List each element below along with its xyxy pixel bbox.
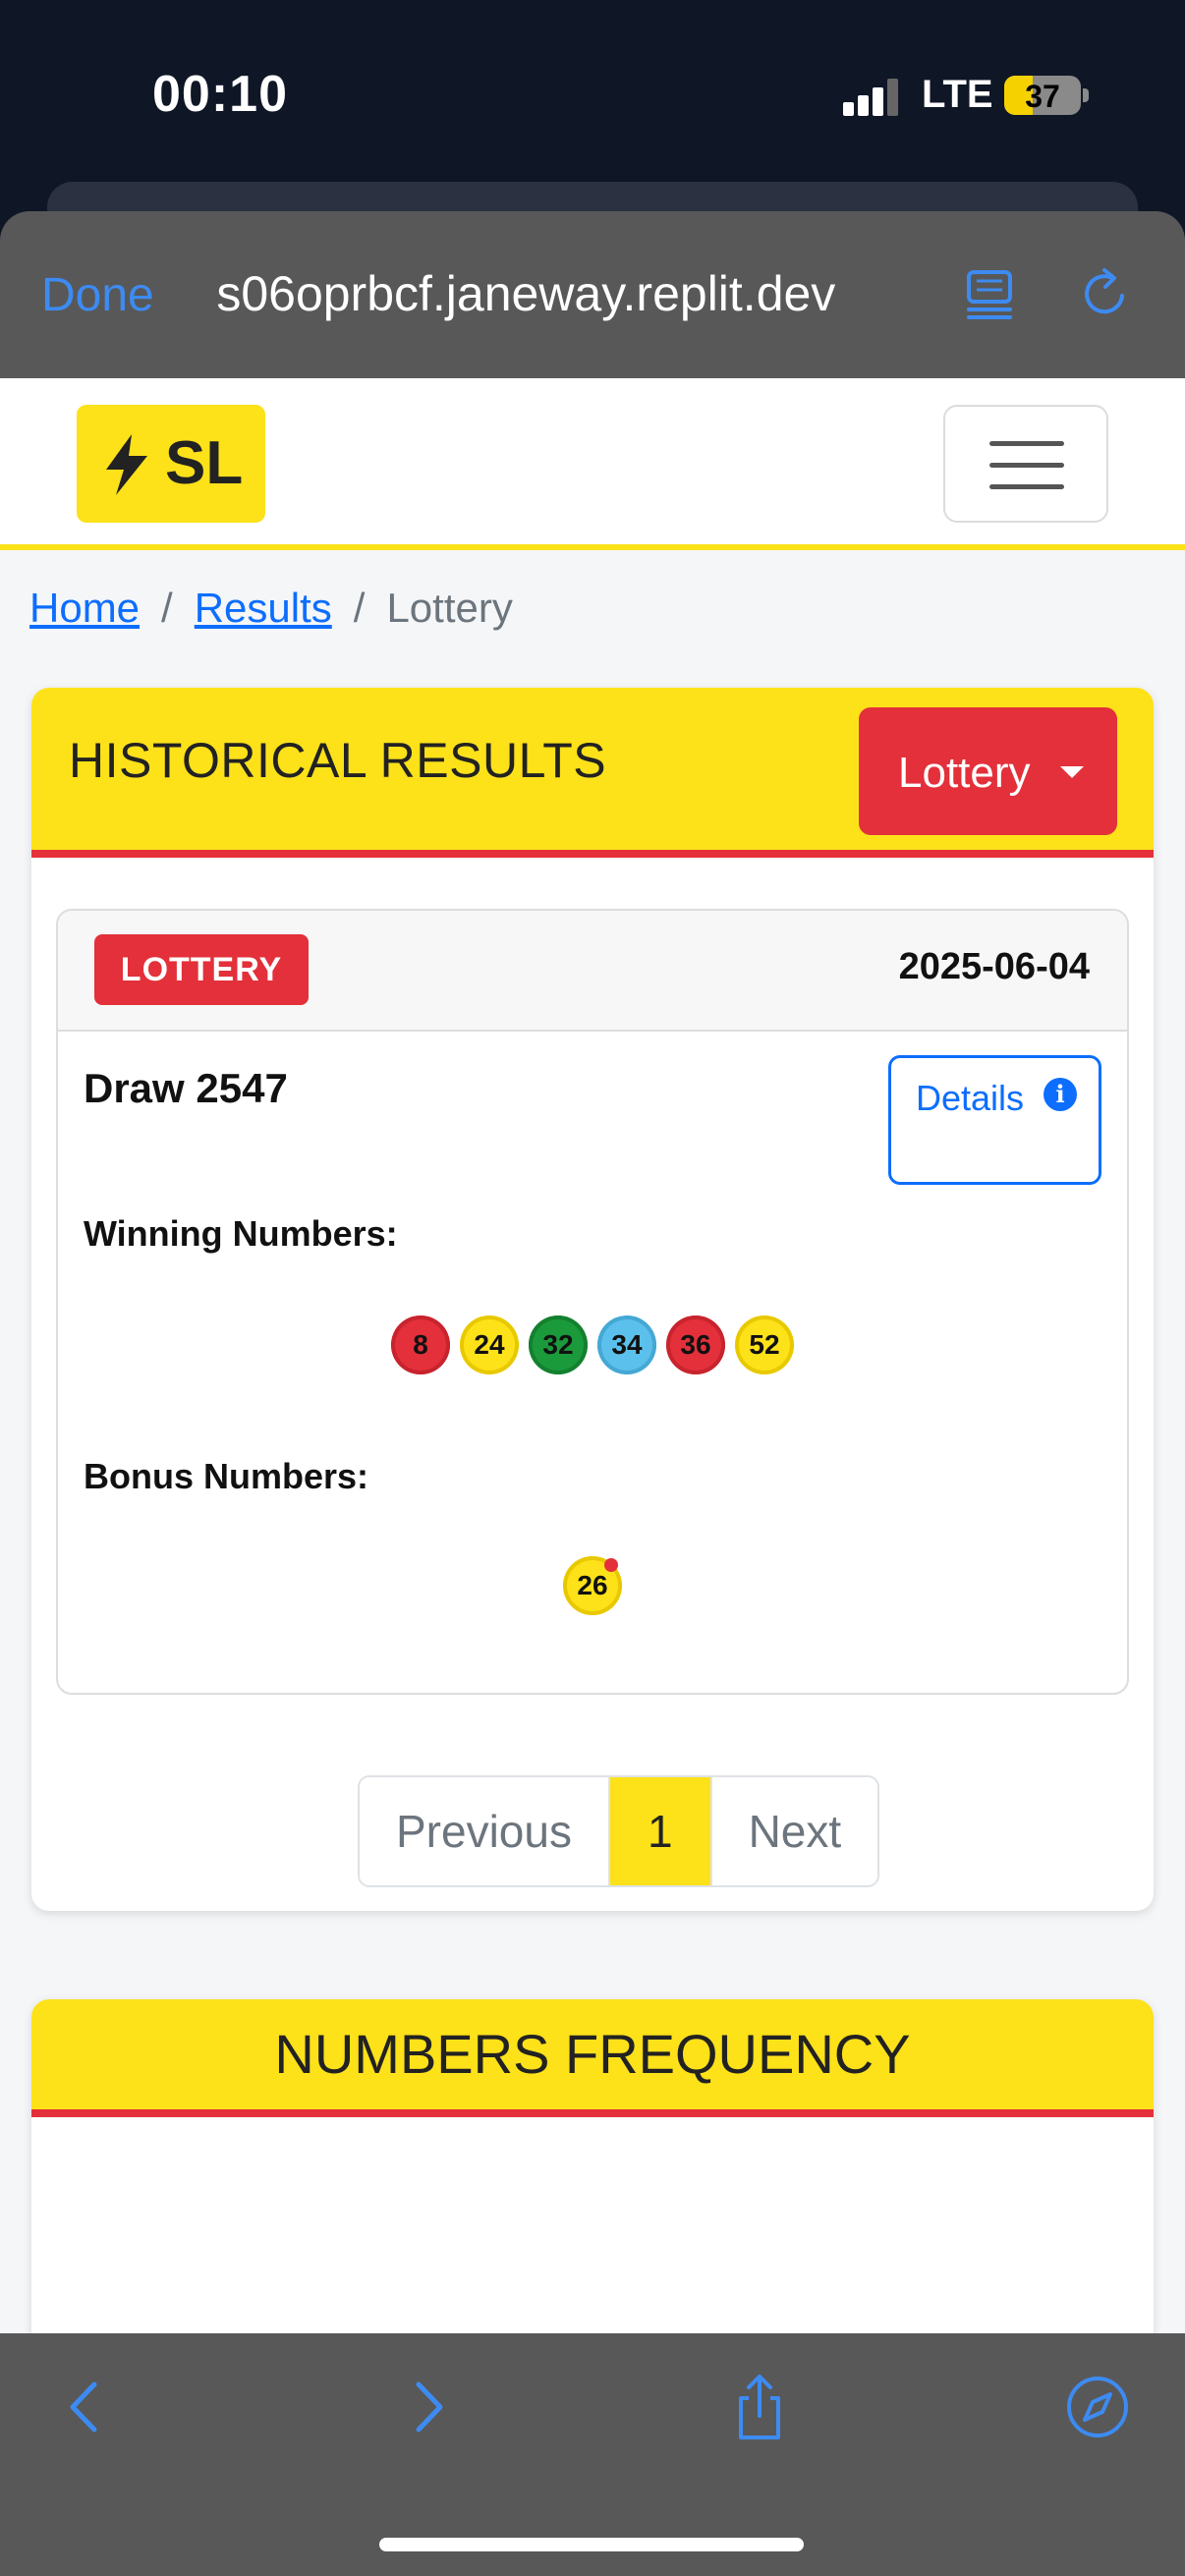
brand-logo[interactable]: SL — [77, 405, 265, 523]
lightning-bolt-icon — [106, 434, 147, 495]
pagination-current-page[interactable]: 1 — [607, 1777, 712, 1885]
forward-icon[interactable] — [393, 2373, 462, 2441]
details-label: Details — [916, 1078, 1025, 1118]
card-title: HISTORICAL RESULTS — [69, 733, 607, 788]
browser-header: Done s06oprbcf.janeway.replit.dev — [0, 211, 1185, 378]
draw-number: Draw 2547 — [84, 1065, 288, 1111]
number-ball: 32 — [529, 1316, 588, 1374]
compass-icon[interactable] — [1063, 2373, 1132, 2441]
breadcrumb: Home / Results / Lottery — [29, 585, 513, 632]
number-ball: 8 — [391, 1316, 450, 1374]
frequency-title: NUMBERS FREQUENCY — [31, 1999, 1154, 2117]
number-ball: 24 — [460, 1316, 519, 1374]
breadcrumb-separator: / — [161, 585, 173, 631]
hamburger-menu-button[interactable] — [943, 405, 1108, 523]
game-dropdown-button[interactable]: Lottery — [859, 707, 1117, 835]
home-indicator — [379, 2538, 804, 2551]
network-type: LTE — [922, 73, 993, 116]
pagination-previous[interactable]: Previous — [360, 1777, 608, 1885]
status-time: 00:10 — [152, 66, 288, 123]
info-icon: i — [1044, 1078, 1077, 1111]
reader-mode-icon[interactable] — [965, 266, 1014, 321]
done-button[interactable]: Done — [41, 268, 154, 322]
caret-down-icon — [1060, 766, 1084, 778]
historical-results-card: HISTORICAL RESULTS Lottery LOTTERY 2025-… — [31, 688, 1154, 1911]
draw-date: 2025-06-04 — [898, 946, 1090, 987]
status-bar: 00:10 LTE 37 — [0, 0, 1185, 241]
winning-numbers-label: Winning Numbers: — [84, 1213, 398, 1254]
hamburger-menu-icon — [989, 441, 1064, 446]
bonus-numbers-label: Bonus Numbers: — [84, 1456, 369, 1496]
breadcrumb-home-link[interactable]: Home — [29, 585, 140, 631]
pagination-next[interactable]: Next — [711, 1777, 878, 1885]
battery-level: 37 — [1025, 79, 1060, 114]
numbers-frequency-card: NUMBERS FREQUENCY — [31, 1999, 1154, 2333]
number-ball: 34 — [597, 1316, 656, 1374]
dropdown-label: Lottery — [898, 749, 1031, 797]
brand-text: SL — [165, 429, 244, 497]
back-icon[interactable] — [51, 2373, 120, 2441]
signal-strength-icon — [843, 79, 898, 116]
card-header: HISTORICAL RESULTS Lottery — [31, 688, 1154, 858]
game-badge: LOTTERY — [94, 934, 309, 1005]
reload-icon[interactable] — [1079, 266, 1134, 321]
url-field[interactable]: s06oprbcf.janeway.replit.dev — [208, 265, 916, 322]
number-ball: 36 — [666, 1316, 725, 1374]
web-page: SL Home / Results / Lottery HISTORICAL RESUL… — [0, 378, 1185, 2333]
number-ball: 26 — [563, 1556, 622, 1615]
details-button[interactable]: Details i — [888, 1055, 1101, 1185]
breadcrumb-results-link[interactable]: Results — [195, 585, 332, 631]
bonus-numbers: 26 — [58, 1556, 1127, 1615]
breadcrumb-current: Lottery — [386, 585, 513, 631]
share-icon[interactable] — [725, 2373, 794, 2441]
winning-numbers: 8 24 32 34 36 52 — [58, 1316, 1127, 1374]
battery-icon: 37 — [1004, 76, 1081, 115]
bonus-marker-icon — [604, 1558, 618, 1572]
breadcrumb-separator: / — [353, 585, 366, 631]
result-item: LOTTERY 2025-06-04 Draw 2547 Details i W… — [56, 909, 1129, 1695]
battery-nub — [1083, 88, 1089, 102]
number-ball: 52 — [735, 1316, 794, 1374]
result-header: LOTTERY 2025-06-04 — [58, 911, 1127, 1032]
site-navbar: SL — [0, 378, 1185, 550]
pagination: Previous 1 Next — [358, 1775, 880, 1887]
